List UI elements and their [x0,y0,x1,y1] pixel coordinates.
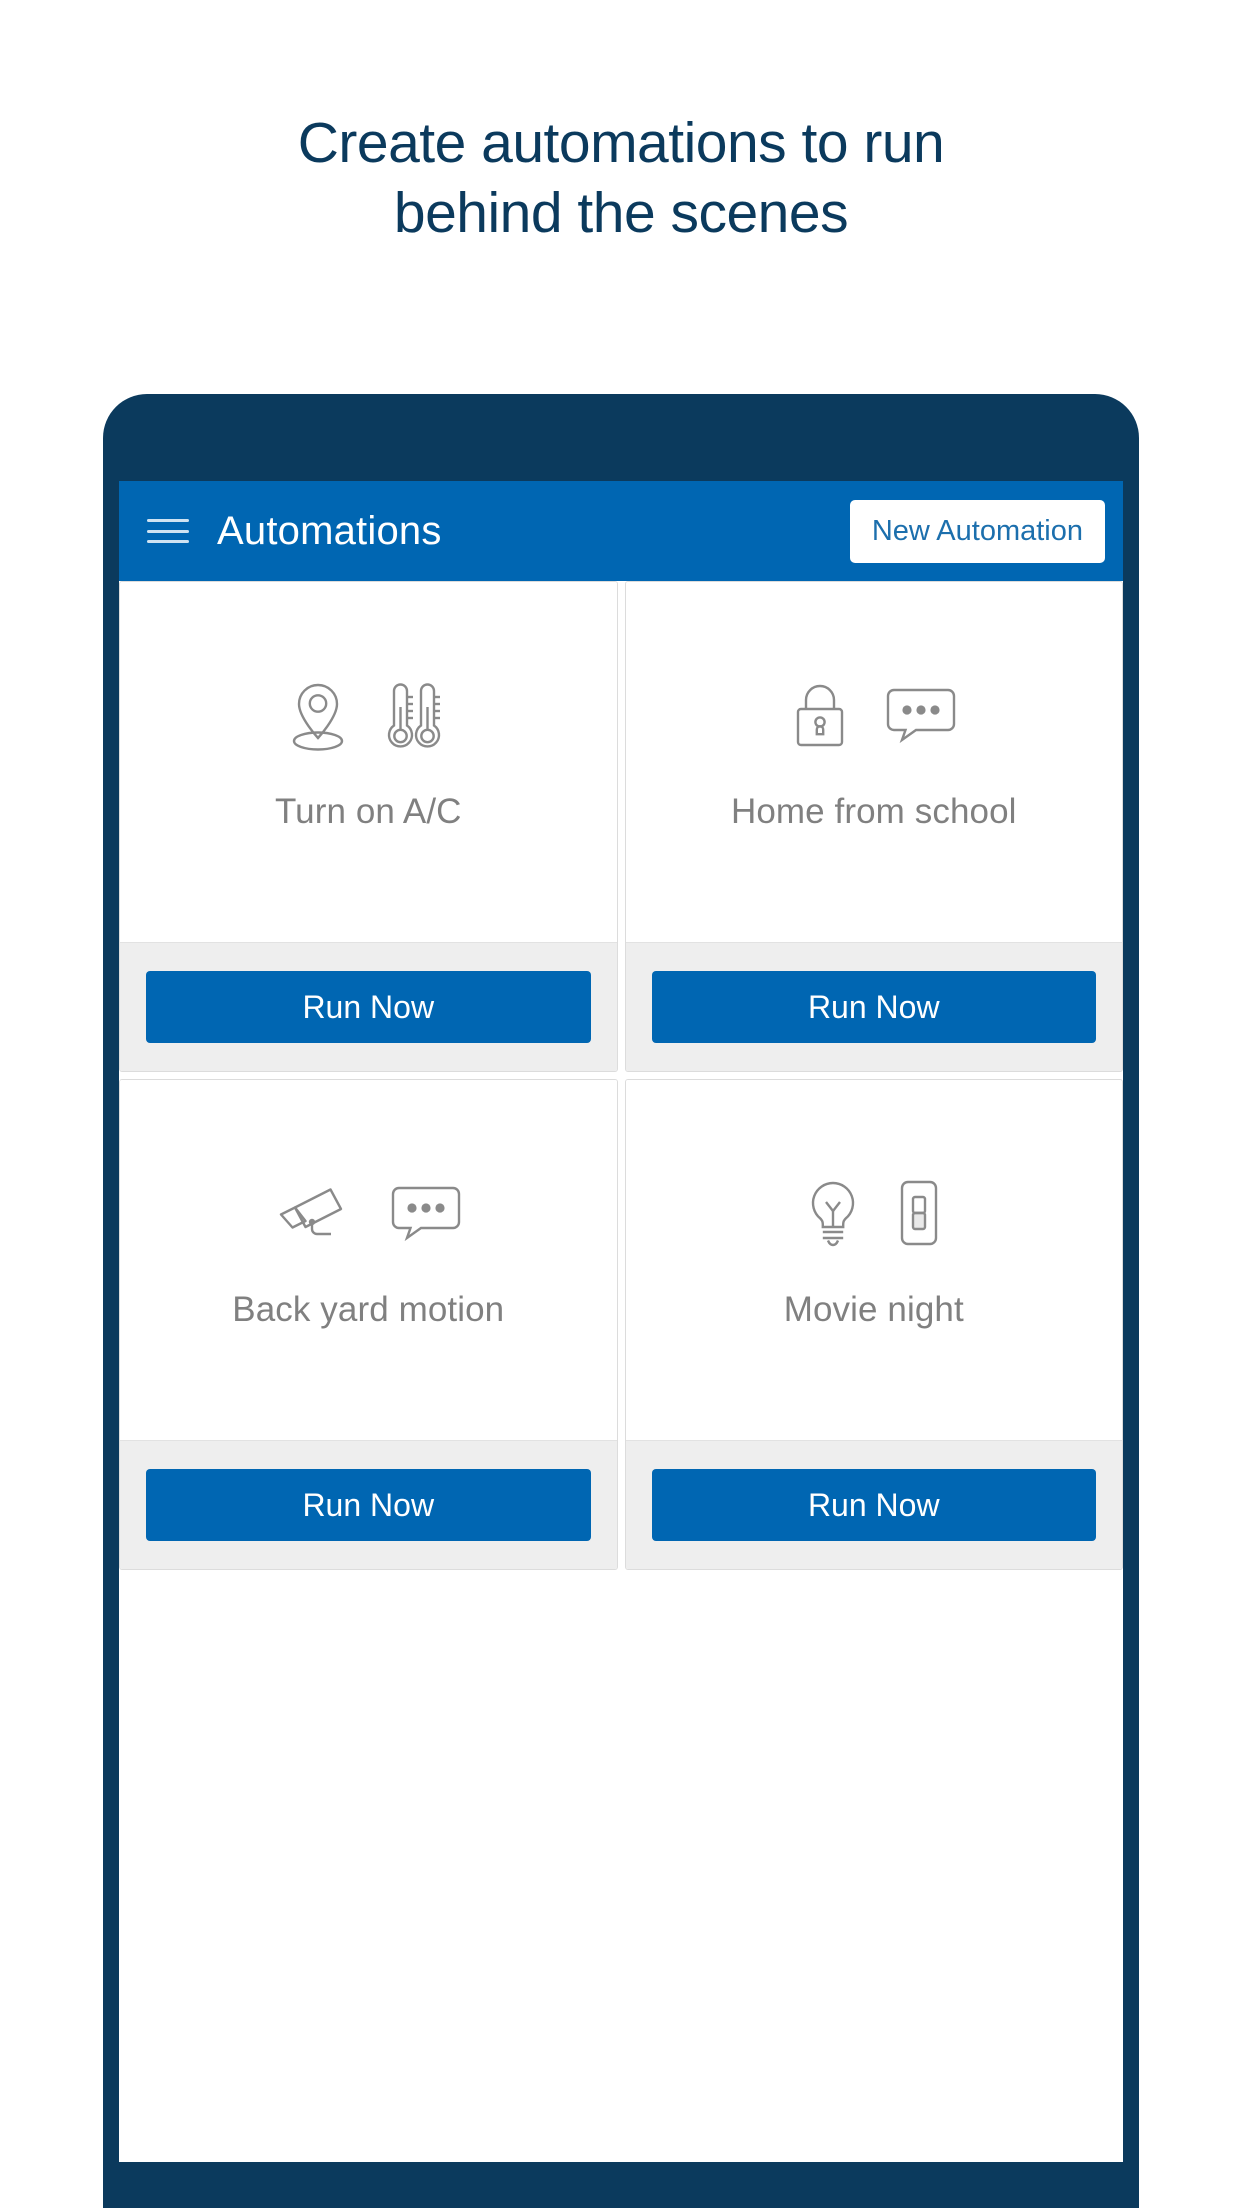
automation-card-body: Home from school [625,582,1122,942]
automation-card-footer: Run Now [625,942,1122,1071]
headline-line-1: Create automations to run [297,111,945,175]
automation-card-footer: Run Now [625,1440,1122,1569]
automation-card[interactable]: Turn on A/C Run Now [119,581,618,1072]
headline-line-2: behind the scenes [393,181,849,245]
light-switch-icon [900,1180,937,1246]
message-bubble-icon [392,1186,461,1242]
app-bar-title: Automations [217,508,442,553]
phone-screen: Automations New Automation Turn on A/C R… [119,481,1123,2162]
message-bubble-icon [886,688,955,744]
light-bulb-icon [811,1181,854,1247]
run-now-button[interactable]: Run Now [146,1469,591,1541]
app-bar: Automations New Automation [119,481,1123,581]
automation-card-label: Movie night [783,1290,964,1329]
lock-icon [796,684,843,747]
automation-card-label: Turn on A/C [274,792,462,831]
run-now-button[interactable]: Run Now [146,971,591,1043]
automation-card-body: Back yard motion [120,1080,617,1440]
automation-card[interactable]: Back yard motion Run Now [119,1079,618,1570]
automation-card-icons [789,672,959,760]
page-title: Create automations to run behind the sce… [0,108,1242,248]
automation-card-footer: Run Now [120,1440,617,1569]
security-camera-icon [280,1188,343,1236]
automation-card-icons [288,672,448,760]
automation-grid: Turn on A/C Run Now Home from school Run… [119,581,1123,1570]
promo-screenshot: Create automations to run behind the sce… [0,0,1242,2208]
automation-card-body: Turn on A/C [120,582,617,942]
automation-card-body: Movie night [625,1080,1122,1440]
thermometer-icon [388,683,441,748]
new-automation-button[interactable]: New Automation [849,499,1105,563]
hamburger-menu-icon[interactable] [147,515,189,547]
automation-card-label: Back yard motion [232,1290,505,1329]
run-now-button[interactable]: Run Now [651,971,1096,1043]
automation-card[interactable]: Home from school Run Now [624,581,1123,1072]
automation-card-footer: Run Now [120,942,617,1071]
run-now-button[interactable]: Run Now [651,1469,1096,1541]
location-pin-icon [293,683,344,751]
automation-card-label: Home from school [730,792,1017,831]
automation-card-icons [804,1170,944,1258]
automation-card-icons [272,1170,464,1258]
automation-card[interactable]: Movie night Run Now [624,1079,1123,1570]
phone-frame: Automations New Automation Turn on A/C R… [103,394,1139,2208]
